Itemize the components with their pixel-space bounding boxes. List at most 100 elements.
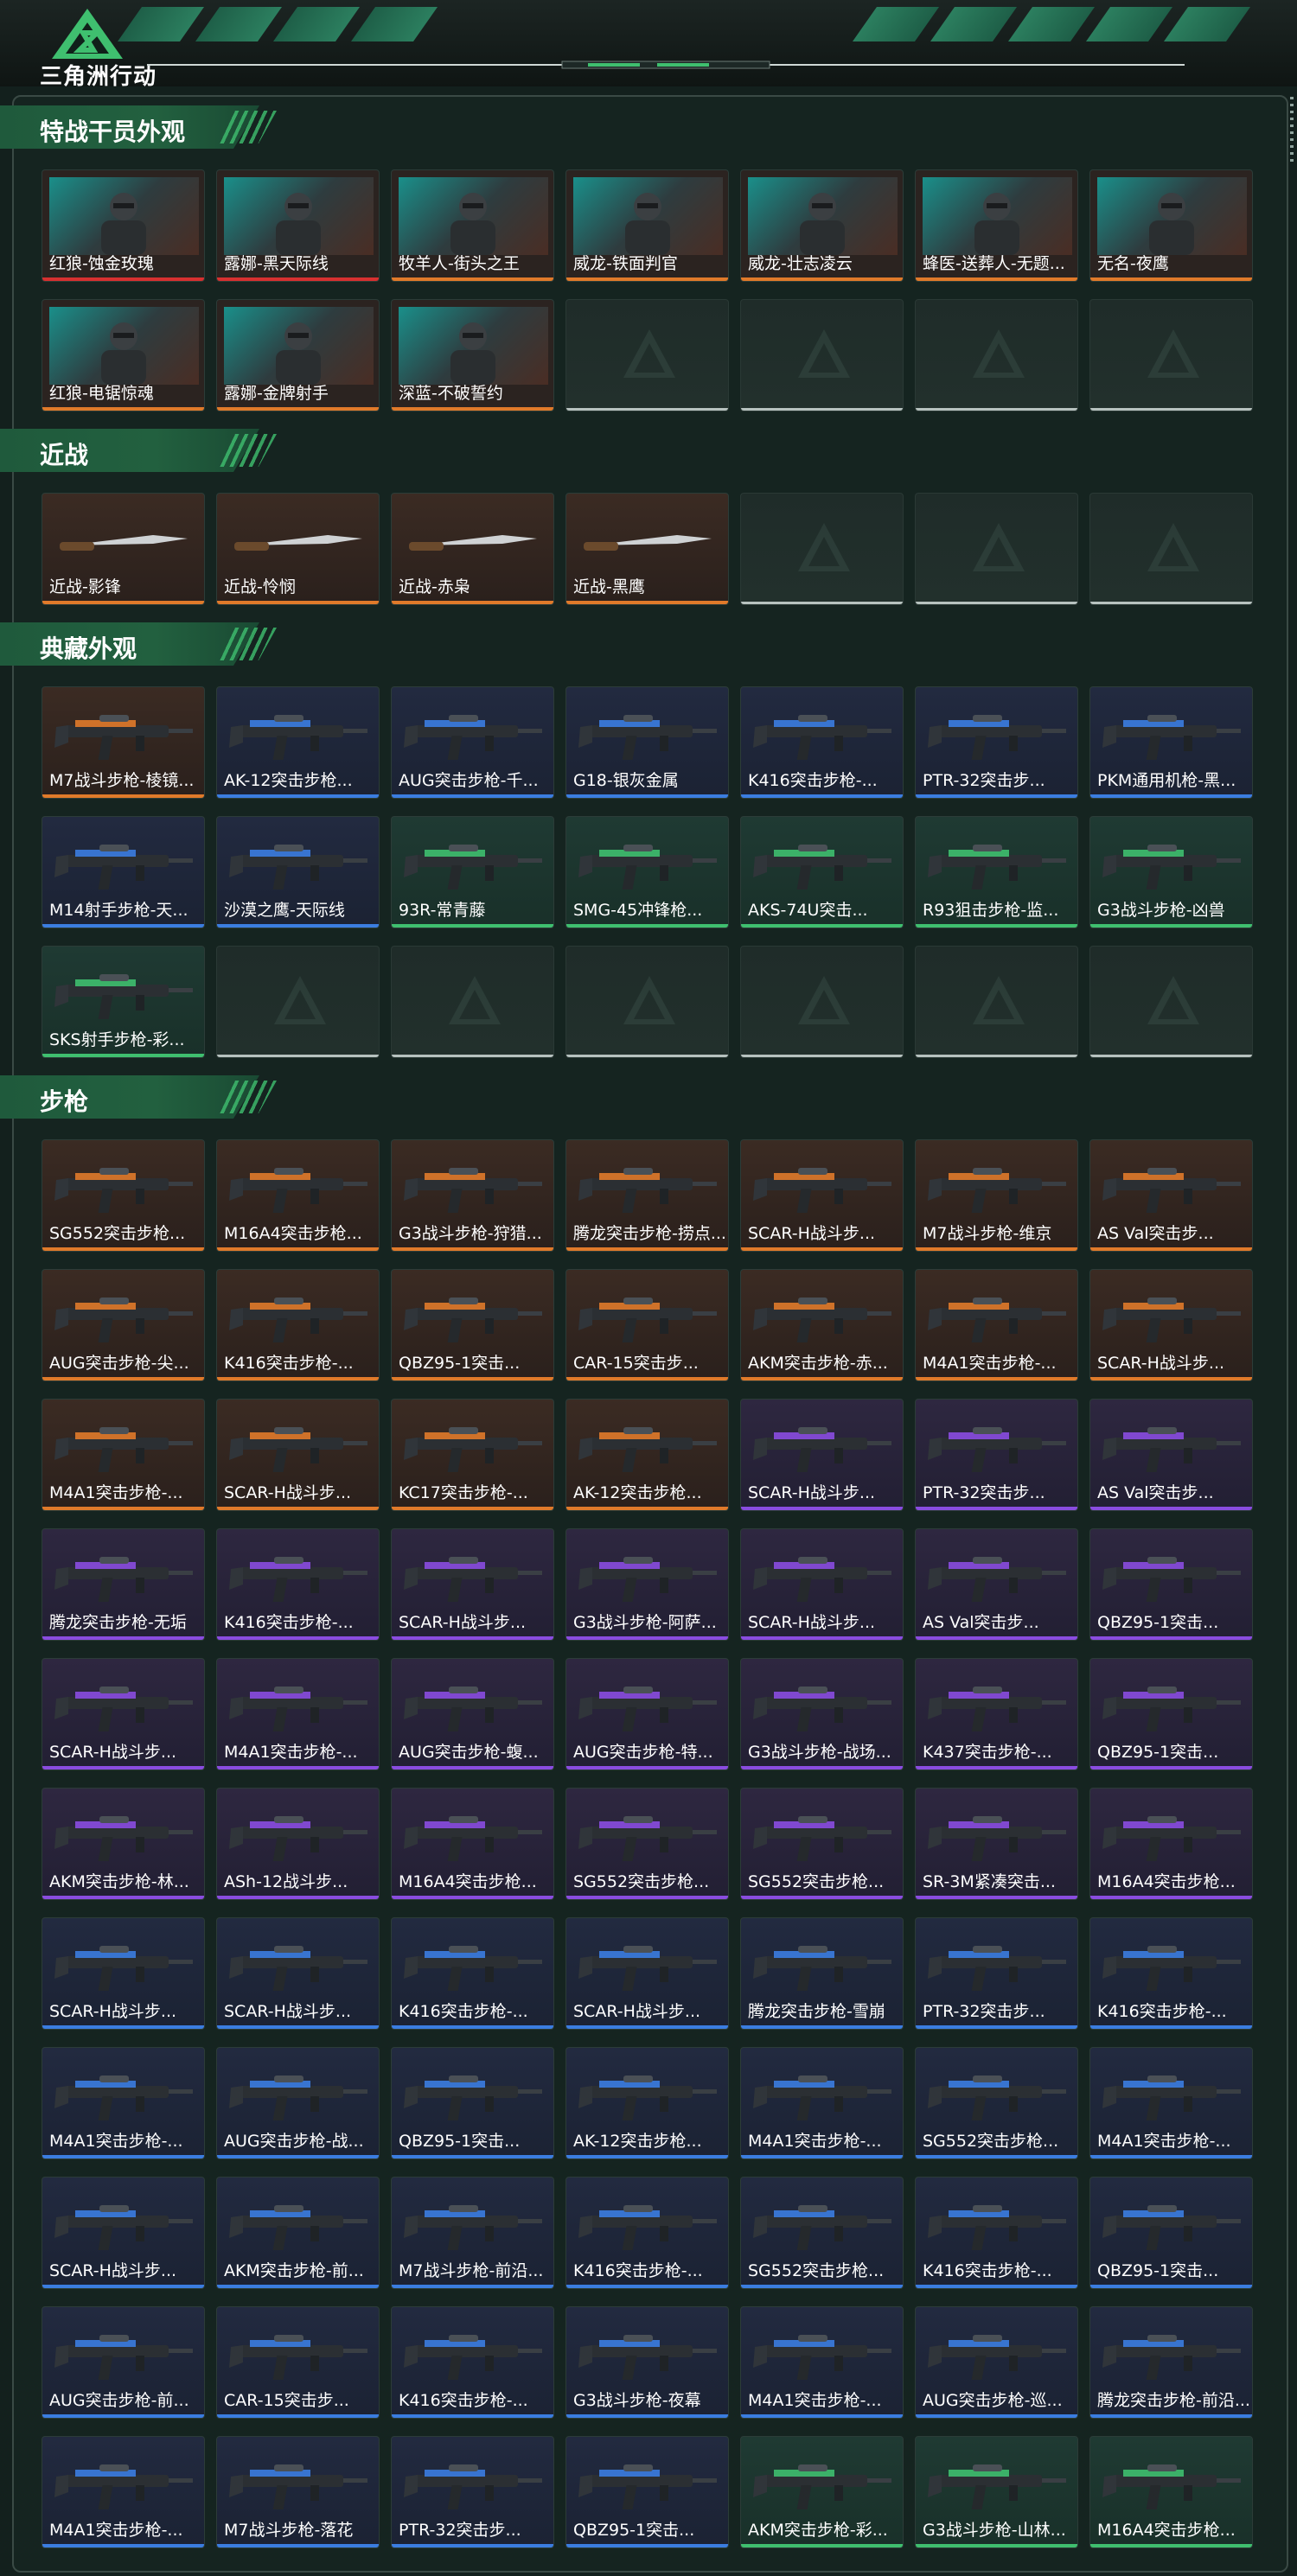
skin-card[interactable]: 红狼-电锯惊魂: [42, 299, 205, 411]
skin-card[interactable]: G3战斗步枪-夜幕: [565, 2306, 729, 2419]
skin-card[interactable]: 腾龙突击步枪-无垢: [42, 1528, 205, 1641]
skin-card[interactable]: AUG突击步枪-前...: [42, 2306, 205, 2419]
skin-card[interactable]: QBZ95-1突击...: [391, 2047, 554, 2159]
skin-card[interactable]: G3战斗步枪-战场...: [740, 1658, 904, 1770]
skin-card[interactable]: AUG突击步枪-千...: [391, 686, 554, 799]
skin-card[interactable]: AKM突击步枪-赤...: [740, 1269, 904, 1381]
skin-card[interactable]: SG552突击步枪...: [740, 1788, 904, 1900]
skin-card[interactable]: AK-12突击步枪...: [565, 1399, 729, 1511]
skin-card[interactable]: SG552突击步枪...: [42, 1139, 205, 1252]
skin-card[interactable]: PKM通用机枪-黑...: [1089, 686, 1253, 799]
skin-card[interactable]: SCAR-H战斗步...: [216, 1399, 380, 1511]
skin-card[interactable]: SCAR-H战斗步...: [391, 1528, 554, 1641]
skin-card[interactable]: SCAR-H战斗步...: [216, 1917, 380, 2030]
skin-card[interactable]: SCAR-H战斗步...: [740, 1399, 904, 1511]
skin-card[interactable]: SCAR-H战斗步...: [42, 1917, 205, 2030]
skin-card[interactable]: SR-3M紧凑突击...: [915, 1788, 1078, 1900]
skin-card[interactable]: 93R-常青藤: [391, 816, 554, 928]
skin-card[interactable]: M4A1突击步枪-...: [740, 2306, 904, 2419]
skin-card[interactable]: SCAR-H战斗步...: [1089, 1269, 1253, 1381]
skin-card[interactable]: PTR-32突击步...: [391, 2436, 554, 2548]
skin-card[interactable]: QBZ95-1突击...: [1089, 1658, 1253, 1770]
skin-card[interactable]: SG552突击步枪...: [915, 2047, 1078, 2159]
skin-card[interactable]: AUG突击步枪-尖...: [42, 1269, 205, 1381]
skin-card[interactable]: QBZ95-1突击...: [1089, 1528, 1253, 1641]
skin-card[interactable]: AUG突击步枪-蝮...: [391, 1658, 554, 1770]
skin-card[interactable]: SG552突击步枪...: [740, 2177, 904, 2289]
skin-card[interactable]: AUG突击步枪-特...: [565, 1658, 729, 1770]
skin-card[interactable]: M4A1突击步枪-...: [42, 1399, 205, 1511]
skin-card[interactable]: M16A4突击步枪...: [1089, 2436, 1253, 2548]
skin-card[interactable]: AKM突击步枪-林...: [42, 1788, 205, 1900]
skin-card[interactable]: K416突击步枪-...: [915, 2177, 1078, 2289]
skin-card[interactable]: K416突击步枪-...: [216, 1269, 380, 1381]
skin-card[interactable]: SCAR-H战斗步...: [565, 1917, 729, 2030]
skin-card[interactable]: M4A1突击步枪-...: [42, 2436, 205, 2548]
skin-card[interactable]: M4A1突击步枪-...: [42, 2047, 205, 2159]
skin-card[interactable]: M16A4突击步枪...: [391, 1788, 554, 1900]
skin-card[interactable]: 露娜-黑天际线: [216, 169, 380, 282]
skin-card[interactable]: M7战斗步枪-前沿...: [391, 2177, 554, 2289]
skin-card[interactable]: AK-12突击步枪...: [565, 2047, 729, 2159]
skin-card[interactable]: 近战-赤枭: [391, 493, 554, 605]
skin-card[interactable]: M7战斗步枪-落花: [216, 2436, 380, 2548]
skin-card[interactable]: 腾龙突击步枪-雪崩: [740, 1917, 904, 2030]
skin-card[interactable]: AK-12突击步枪...: [216, 686, 380, 799]
skin-card[interactable]: K416突击步枪-...: [740, 686, 904, 799]
skin-card[interactable]: 近战-影锋: [42, 493, 205, 605]
skin-card[interactable]: 红狼-蚀金玫瑰: [42, 169, 205, 282]
skin-card[interactable]: SMG-45冲锋枪...: [565, 816, 729, 928]
skin-card[interactable]: SCAR-H战斗步...: [42, 2177, 205, 2289]
skin-card[interactable]: M16A4突击步枪...: [216, 1139, 380, 1252]
skin-card[interactable]: K416突击步枪-...: [565, 2177, 729, 2289]
skin-card[interactable]: CAR-15突击步...: [216, 2306, 380, 2419]
skin-card[interactable]: PTR-32突击步...: [915, 1917, 1078, 2030]
skin-card[interactable]: K416突击步枪-...: [216, 1528, 380, 1641]
skin-card[interactable]: QBZ95-1突击...: [1089, 2177, 1253, 2289]
skin-card[interactable]: SCAR-H战斗步...: [740, 1139, 904, 1252]
skin-card[interactable]: M7战斗步枪-维京: [915, 1139, 1078, 1252]
skin-card[interactable]: AUG突击步枪-战...: [216, 2047, 380, 2159]
skin-card[interactable]: AKS-74U突击...: [740, 816, 904, 928]
skin-card[interactable]: SG552突击步枪...: [565, 1788, 729, 1900]
skin-card[interactable]: 牧羊人-街头之王: [391, 169, 554, 282]
skin-card[interactable]: 无名-夜鹰: [1089, 169, 1253, 282]
skin-card[interactable]: SCAR-H战斗步...: [42, 1658, 205, 1770]
skin-card[interactable]: 腾龙突击步枪-前沿...: [1089, 2306, 1253, 2419]
skin-card[interactable]: K437突击步枪-...: [915, 1658, 1078, 1770]
skin-card[interactable]: AS Val突击步...: [1089, 1399, 1253, 1511]
skin-card[interactable]: AKM突击步枪-前...: [216, 2177, 380, 2289]
skin-card[interactable]: SKS射手步枪-彩...: [42, 946, 205, 1058]
skin-card[interactable]: AS Val突击步...: [1089, 1139, 1253, 1252]
skin-card[interactable]: ASh-12战斗步...: [216, 1788, 380, 1900]
skin-card[interactable]: SCAR-H战斗步...: [740, 1528, 904, 1641]
skin-card[interactable]: 近战-怜悯: [216, 493, 380, 605]
skin-card[interactable]: PTR-32突击步...: [915, 1399, 1078, 1511]
skin-card[interactable]: 蜂医-送葬人-无题...: [915, 169, 1078, 282]
skin-card[interactable]: QBZ95-1突击...: [565, 2436, 729, 2548]
skin-card[interactable]: 腾龙突击步枪-捞点...: [565, 1139, 729, 1252]
skin-card[interactable]: M14射手步枪-天...: [42, 816, 205, 928]
skin-card[interactable]: 沙漠之鹰-天际线: [216, 816, 380, 928]
skin-card[interactable]: G3战斗步枪-阿萨...: [565, 1528, 729, 1641]
skin-card[interactable]: G3战斗步枪-狩猎...: [391, 1139, 554, 1252]
skin-card[interactable]: KC17突击步枪-...: [391, 1399, 554, 1511]
skin-card[interactable]: K416突击步枪-...: [1089, 1917, 1253, 2030]
skin-card[interactable]: G3战斗步枪-凶兽: [1089, 816, 1253, 928]
skin-card[interactable]: QBZ95-1突击...: [391, 1269, 554, 1381]
skin-card[interactable]: G18-银灰金属: [565, 686, 729, 799]
skin-card[interactable]: 威龙-铁面判官: [565, 169, 729, 282]
skin-card[interactable]: M4A1突击步枪-...: [216, 1658, 380, 1770]
skin-card[interactable]: 近战-黑鹰: [565, 493, 729, 605]
skin-card[interactable]: CAR-15突击步...: [565, 1269, 729, 1381]
skin-card[interactable]: M16A4突击步枪...: [1089, 1788, 1253, 1900]
scrollbar[interactable]: [1290, 97, 1294, 166]
skin-card[interactable]: AS Val突击步...: [915, 1528, 1078, 1641]
skin-card[interactable]: K416突击步枪-...: [391, 1917, 554, 2030]
skin-card[interactable]: M4A1突击步枪-...: [1089, 2047, 1253, 2159]
skin-card[interactable]: M4A1突击步枪-...: [740, 2047, 904, 2159]
skin-card[interactable]: 深蓝-不破誓约: [391, 299, 554, 411]
skin-card[interactable]: 露娜-金牌射手: [216, 299, 380, 411]
skin-card[interactable]: 威龙-壮志凌云: [740, 169, 904, 282]
skin-card[interactable]: AUG突击步枪-巡...: [915, 2306, 1078, 2419]
